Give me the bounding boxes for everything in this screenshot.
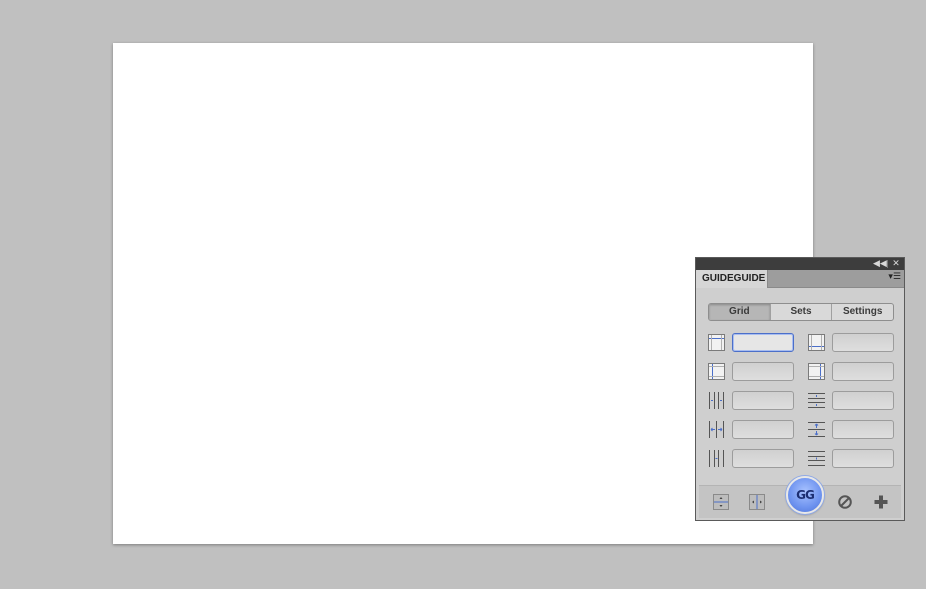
tab-grid[interactable]: Grid: [709, 304, 771, 320]
margin-left-icon: [708, 363, 725, 380]
collapse-icon[interactable]: ◀◀: [873, 259, 887, 269]
margin-bottom-input[interactable]: [832, 333, 894, 352]
mode-tabs: Grid Sets Settings: [708, 303, 894, 321]
column-width-input[interactable]: [732, 420, 794, 439]
row-height-input[interactable]: [832, 420, 894, 439]
panel-tab-row: GUIDEGUIDE ▾☰: [696, 270, 904, 288]
tab-sets[interactable]: Sets: [771, 304, 833, 320]
columns-input[interactable]: [732, 391, 794, 410]
column-gutter-icon: [709, 450, 724, 467]
vertical-midpoint-icon[interactable]: [749, 494, 765, 510]
row-gutter-icon: [808, 451, 825, 466]
panel-tab-guideguide[interactable]: GUIDEGUIDE: [696, 270, 768, 288]
tab-settings[interactable]: Settings: [832, 304, 893, 320]
horizontal-midpoint-icon[interactable]: [713, 494, 729, 510]
column-gutter-input[interactable]: [732, 449, 794, 468]
margin-bottom-icon: [808, 334, 825, 351]
margin-top-input[interactable]: [732, 333, 794, 352]
close-icon[interactable]: ✕: [890, 259, 902, 269]
panel-bottom-bar: GG: [699, 476, 901, 518]
add-set-icon[interactable]: [873, 494, 889, 510]
panel-menu-icon[interactable]: ▾☰: [888, 272, 901, 282]
column-width-icon: [709, 421, 724, 438]
row-gutter-input[interactable]: [832, 449, 894, 468]
row-height-icon: [808, 422, 825, 437]
guideguide-panel: ◀◀ ✕ GUIDEGUIDE ▾☰ Grid Sets Settings GG: [695, 257, 905, 521]
margin-right-input[interactable]: [832, 362, 894, 381]
clear-guides-icon[interactable]: [837, 494, 853, 510]
rows-icon: [808, 393, 825, 408]
columns-icon: [709, 392, 724, 409]
make-grid-button[interactable]: GG: [786, 476, 824, 514]
margin-top-icon: [708, 334, 725, 351]
margin-right-icon: [808, 363, 825, 380]
topbar-divider: [887, 260, 888, 268]
panel-topbar: ◀◀ ✕: [696, 258, 904, 270]
margin-left-input[interactable]: [732, 362, 794, 381]
rows-input[interactable]: [832, 391, 894, 410]
